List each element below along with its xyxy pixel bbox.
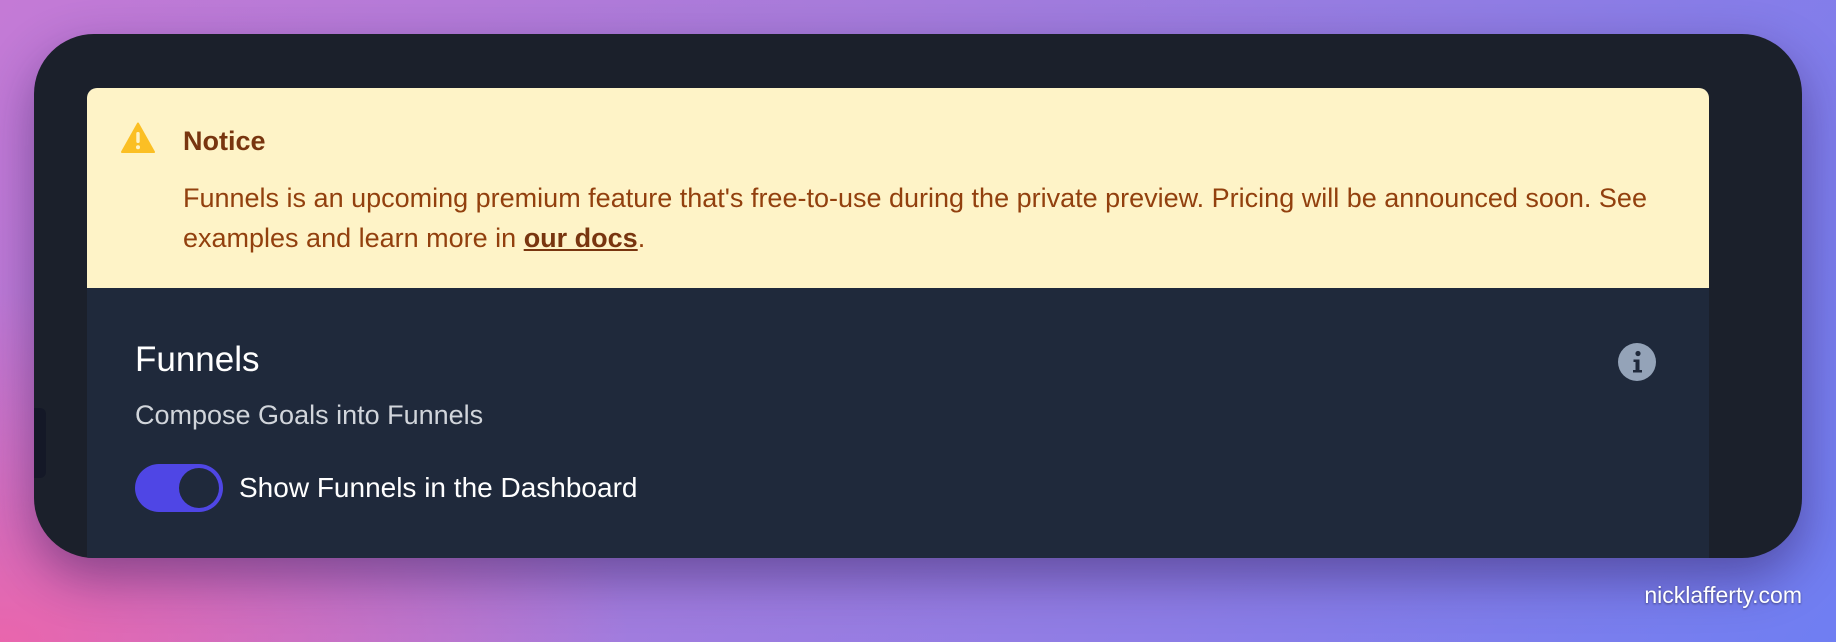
side-tab[interactable] [34, 408, 46, 478]
toggle-label: Show Funnels in the Dashboard [239, 472, 638, 503]
notice-banner: Notice Funnels is an upcoming premium fe… [87, 88, 1709, 288]
watermark: nicklafferty.com [1644, 582, 1802, 608]
notice-title: Notice [183, 126, 266, 156]
settings-panel: Notice Funnels is an upcoming premium fe… [87, 88, 1709, 558]
show-funnels-toggle[interactable] [135, 464, 223, 512]
show-funnels-toggle-row[interactable]: Show Funnels in the Dashboard [135, 464, 637, 512]
info-circle-icon[interactable] [1617, 342, 1657, 382]
docs-link[interactable]: our docs [524, 223, 638, 253]
notice-message: Funnels is an upcoming premium feature t… [183, 178, 1673, 258]
warning-triangle-icon [121, 122, 155, 154]
section-title: Funnels [135, 340, 260, 379]
app-frame: Notice Funnels is an upcoming premium fe… [34, 34, 1802, 558]
toggle-knob [179, 468, 219, 508]
notice-message-end: . [637, 223, 646, 253]
funnels-section: Funnels Compose Goals into Funnels Show … [87, 288, 1709, 558]
notice-message-text: Funnels is an upcoming premium feature t… [183, 183, 1647, 253]
section-subtitle: Compose Goals into Funnels [135, 400, 484, 430]
